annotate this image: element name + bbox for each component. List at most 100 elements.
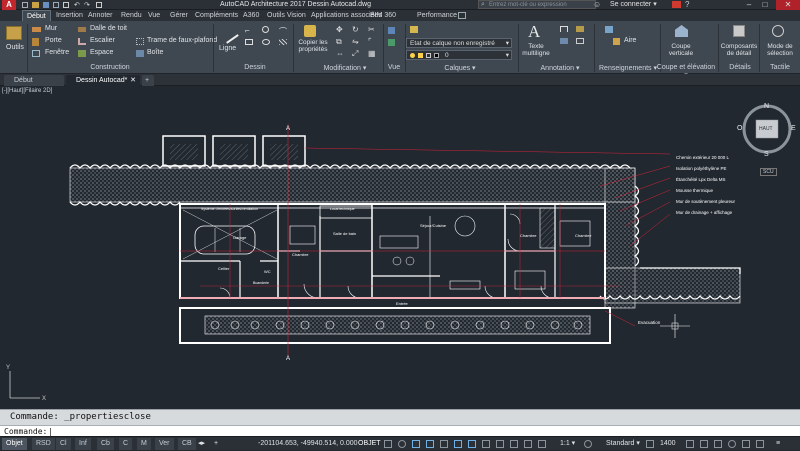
- porte-button[interactable]: Porte: [45, 37, 62, 44]
- tag-icon[interactable]: [576, 38, 584, 44]
- tab-rendu[interactable]: Rendu: [117, 10, 146, 21]
- arc-icon[interactable]: ⌒: [279, 26, 287, 37]
- ucs-menu-button[interactable]: SCU: [760, 168, 777, 176]
- trim-icon[interactable]: ✂: [368, 25, 375, 34]
- visual-style-icon[interactable]: [388, 39, 395, 46]
- tab-layout[interactable]: RSD: [32, 438, 55, 450]
- coupe-verticale-button[interactable]: Coupe verticale: [662, 43, 700, 57]
- fenetre-button[interactable]: Fenêtre: [45, 49, 69, 56]
- tab-layout[interactable]: CB: [178, 438, 196, 450]
- dynamic-ucs-icon[interactable]: [538, 440, 546, 448]
- trame-faux-plafond-button[interactable]: Trame de faux-plafond: [147, 37, 217, 44]
- viewcube-face-top[interactable]: HAUT: [759, 126, 773, 132]
- annotation-panel-label[interactable]: Annotation ▾: [530, 64, 590, 72]
- tab-model[interactable]: Objet: [2, 438, 27, 450]
- tab-insertion[interactable]: Insertion: [52, 10, 87, 21]
- help-icon[interactable]: ?: [685, 0, 689, 9]
- tab-layout[interactable]: Ver: [155, 438, 174, 450]
- ortho-icon[interactable]: [412, 440, 420, 448]
- move-icon[interactable]: ✥: [336, 25, 343, 34]
- rectangle-icon[interactable]: [245, 39, 253, 45]
- lightbulb-icon[interactable]: [728, 440, 736, 448]
- search-input[interactable]: ⌕ Entrez mot-clé ou expression: [478, 0, 596, 9]
- close-tab-icon[interactable]: ✕: [130, 75, 136, 86]
- coordinates-readout[interactable]: -201104.653, -49940.514, 0.000: [258, 437, 358, 451]
- save-icon[interactable]: [43, 2, 49, 8]
- aire-button[interactable]: Aire: [624, 37, 636, 44]
- model-space-toggle[interactable]: OBJET: [358, 437, 381, 451]
- selection-cycling-icon[interactable]: [510, 440, 518, 448]
- annotation-scale-dropdown[interactable]: 1:1 ▾: [560, 437, 575, 451]
- tab-layout[interactable]: C: [119, 438, 133, 450]
- autocad-logo-icon[interactable]: A: [2, 0, 16, 10]
- tab-bim360[interactable]: BIM 360: [366, 10, 400, 21]
- renseignements-panel-label[interactable]: Renseignements ▾: [598, 64, 658, 72]
- tab-a360[interactable]: A360: [239, 10, 263, 21]
- command-line-input[interactable]: Commande: |: [0, 425, 800, 436]
- object-snap-tracking-icon[interactable]: [454, 440, 462, 448]
- boite-button[interactable]: Boîte: [147, 49, 163, 56]
- drawing-viewport[interactable]: A A Y X N S E O HAUT SCU Chemin extérieu…: [0, 86, 800, 409]
- floor-plan-drawing[interactable]: A A Y X: [0, 86, 800, 409]
- customization-menu-icon[interactable]: ≡: [776, 437, 780, 451]
- circle-icon[interactable]: [262, 26, 269, 33]
- compass-north[interactable]: N: [764, 103, 769, 110]
- layout-scroll-icon[interactable]: ◂▸: [198, 437, 205, 451]
- layer-properties-icon[interactable]: [410, 26, 418, 33]
- layer-dropdown[interactable]: 0 ▾: [406, 50, 512, 60]
- scale-icon[interactable]: ⤢: [352, 49, 358, 59]
- tab-debut[interactable]: Début: [22, 10, 51, 21]
- leader-icon[interactable]: [576, 26, 584, 32]
- isolate-objects-icon[interactable]: [714, 440, 722, 448]
- mirror-icon[interactable]: ⇋: [352, 37, 359, 46]
- minimize-icon[interactable]: –: [742, 0, 756, 10]
- exchange-icon[interactable]: [672, 1, 681, 8]
- calques-panel-label[interactable]: Calques ▾: [430, 64, 490, 72]
- view-cube-icon[interactable]: [388, 27, 395, 34]
- grid-icon[interactable]: [384, 440, 392, 448]
- copy-icon[interactable]: ⧉: [336, 37, 342, 47]
- layer-state-dropdown[interactable]: Etat de calque non enregistré ▾: [406, 38, 512, 48]
- fillet-icon[interactable]: ⌜: [368, 37, 372, 46]
- escalier-button[interactable]: Escalier: [90, 37, 115, 44]
- sign-in-button[interactable]: Se connecter ▾: [610, 0, 657, 10]
- polyline-icon[interactable]: ⌐: [245, 26, 250, 35]
- quick-access-toolbar[interactable]: ↶ ↷: [22, 1, 132, 9]
- 3d-osnap-icon[interactable]: [524, 440, 532, 448]
- rotate-icon[interactable]: ↻: [352, 25, 359, 34]
- hardware-acceleration-icon[interactable]: [742, 440, 750, 448]
- tab-layout[interactable]: Inf: [75, 438, 91, 450]
- compass-south[interactable]: S: [764, 151, 769, 158]
- ellipse-icon[interactable]: [262, 39, 270, 45]
- tab-gerer[interactable]: Gérer: [166, 10, 192, 21]
- dalle-de-toit-button[interactable]: Dalle de toit: [90, 25, 127, 32]
- style-dropdown[interactable]: Standard ▾: [606, 437, 640, 451]
- tab-annoter[interactable]: Annoter: [84, 10, 117, 21]
- ribbon-toggle-icon[interactable]: [458, 12, 466, 19]
- hatch-icon[interactable]: [279, 39, 287, 45]
- tab-outils-vision[interactable]: Outils Vision: [263, 10, 310, 21]
- mode-selection-button[interactable]: Mode de sélection: [761, 43, 799, 57]
- tab-vue[interactable]: Vue: [144, 10, 164, 21]
- clean-screen-icon[interactable]: [756, 440, 764, 448]
- close-icon[interactable]: ✕: [776, 0, 800, 10]
- undo-icon[interactable]: ↶: [74, 1, 80, 9]
- open-folder-icon[interactable]: [32, 2, 39, 8]
- tab-complements[interactable]: Compléments: [191, 10, 242, 21]
- isodraft-icon[interactable]: [440, 440, 448, 448]
- dimension-icon[interactable]: [560, 26, 568, 32]
- print-icon[interactable]: [63, 2, 69, 8]
- new-file-icon[interactable]: [22, 2, 28, 8]
- table-icon[interactable]: [560, 38, 568, 44]
- tab-layout[interactable]: Cl: [56, 438, 71, 450]
- annotation-monitor-icon[interactable]: [700, 440, 708, 448]
- texte-multiligne-button[interactable]: Texte multiligne: [520, 43, 552, 57]
- redo-icon[interactable]: ↷: [84, 1, 90, 9]
- lineweight-icon[interactable]: [482, 440, 490, 448]
- transparency-icon[interactable]: [496, 440, 504, 448]
- user-icon[interactable]: ☺: [593, 0, 601, 9]
- array-icon[interactable]: ▦: [368, 49, 376, 58]
- tab-layout[interactable]: Cb: [97, 438, 114, 450]
- tab-performance[interactable]: Performance: [413, 10, 461, 21]
- tab-layout[interactable]: M: [137, 438, 151, 450]
